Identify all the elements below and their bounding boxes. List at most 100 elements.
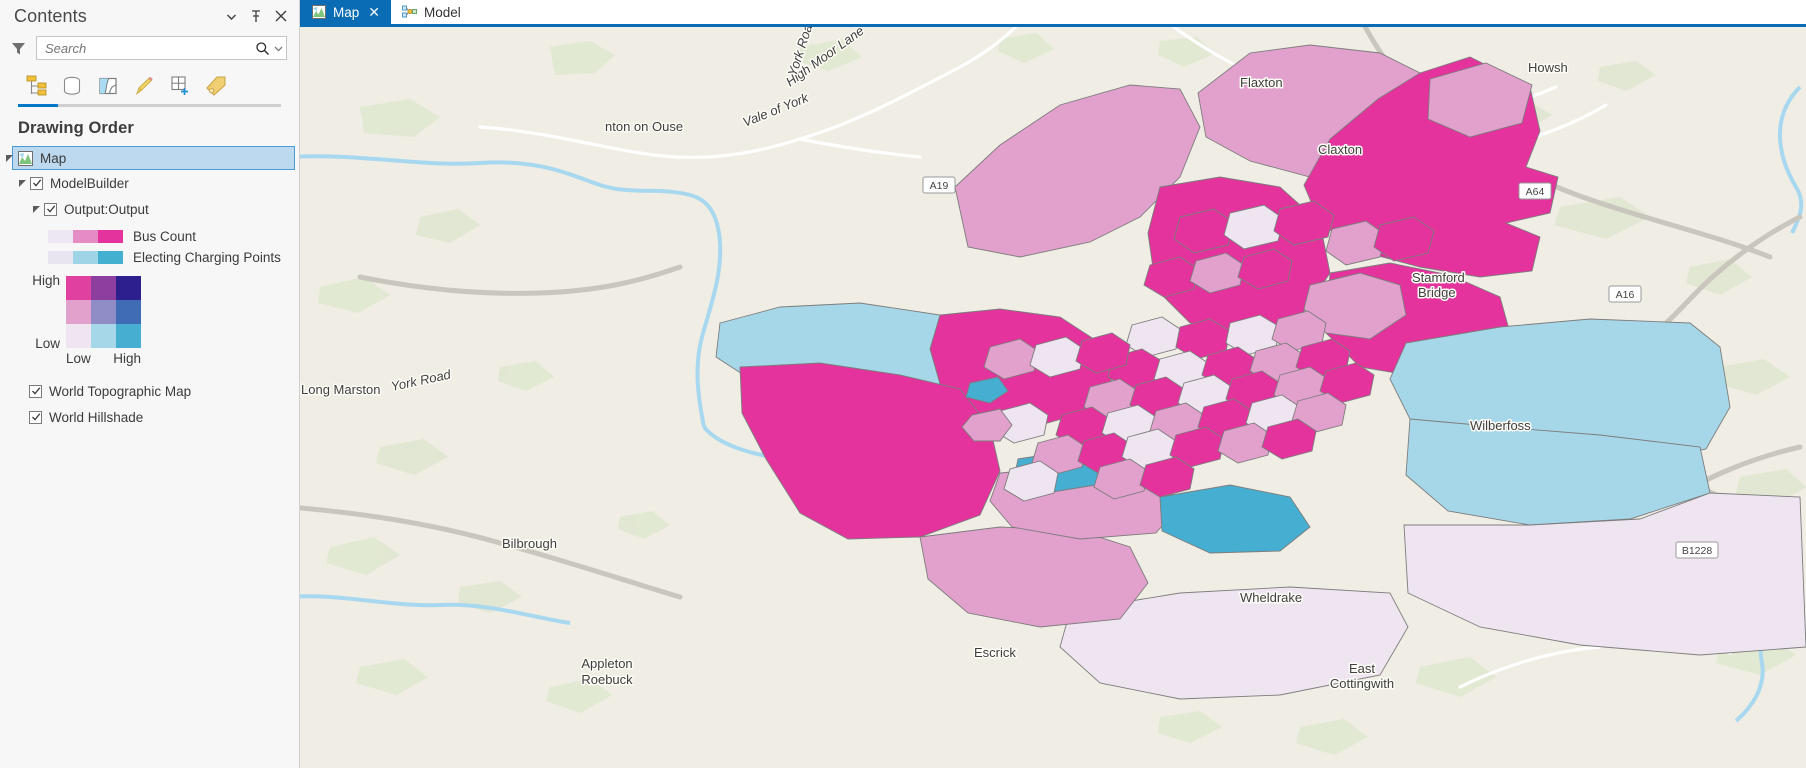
close-icon[interactable] <box>273 8 289 24</box>
visibility-checkbox[interactable] <box>29 410 42 424</box>
table-of-contents: Map ModelBuilder Output:Output Bus Count… <box>0 146 299 430</box>
pin-icon[interactable] <box>248 8 264 24</box>
list-by-drawing-order-button[interactable] <box>18 70 54 102</box>
map-label: Appleton <box>581 656 632 671</box>
map-render[interactable]: A19 A64 A16 B1228 nton on Ouse Vale of Y… <box>300 27 1806 768</box>
tab-model[interactable]: Model <box>391 0 472 24</box>
bivariate-cell <box>91 276 116 300</box>
bivariate-cell <box>116 324 141 348</box>
model-builder-icon <box>402 5 417 20</box>
map-layer-icon <box>17 150 33 166</box>
ramp-swatch <box>98 229 123 243</box>
search-row <box>0 32 299 66</box>
road-shield: A64 <box>1518 182 1552 200</box>
map-canvas[interactable]: A19 A64 A16 B1228 nton on Ouse Vale of Y… <box>300 27 1806 768</box>
toc-label: World Hillshade <box>49 409 144 425</box>
list-by-data-source-button[interactable] <box>54 70 90 102</box>
tab-map[interactable]: Map ✕ <box>300 0 391 24</box>
arcgis-pro-window: Contents Search Drawing Order Map ModelB… <box>0 0 1806 768</box>
visibility-checkbox[interactable] <box>44 202 57 216</box>
list-by-labeling-button[interactable] <box>198 70 234 102</box>
color-ramp-bus-count <box>48 229 123 243</box>
tab-label: Model <box>424 4 461 20</box>
map-label: Wheldrake <box>1240 590 1302 605</box>
toc-label: World Topographic Map <box>49 383 192 399</box>
close-icon[interactable]: ✕ <box>368 5 380 19</box>
list-by-editing-button[interactable] <box>126 70 162 102</box>
map-label: Flaxton <box>1240 75 1283 90</box>
toc-item-world-hillshade[interactable]: World Hillshade <box>0 404 297 430</box>
bivariate-cell <box>116 276 141 300</box>
road-shield: A16 <box>1608 285 1642 303</box>
road-shield: B1228 <box>1675 541 1719 559</box>
bivariate-cell <box>66 324 91 348</box>
map-label: Claxton <box>1318 142 1362 157</box>
map-label: Howsh <box>1528 60 1568 75</box>
map-label: Roebuck <box>581 672 633 687</box>
funnel-icon[interactable] <box>8 38 28 58</box>
symbology-row-bus-count: Bus Count <box>0 226 297 246</box>
ramp-swatch <box>73 250 98 264</box>
bivariate-y-axis-labels: High Low <box>20 273 66 351</box>
bivariate-cell <box>66 300 91 324</box>
symbology-row-charging-points: Electing Charging Points <box>0 246 297 268</box>
ramp-swatch <box>48 250 73 264</box>
expander-icon[interactable] <box>28 205 44 214</box>
chevron-down-icon[interactable] <box>223 8 239 24</box>
search-icon[interactable] <box>253 39 271 57</box>
tab-label: Map <box>333 4 360 20</box>
tool-tab-active-indicator <box>18 104 58 107</box>
search-input[interactable] <box>45 38 253 58</box>
symbology-label: Bus Count <box>133 228 197 244</box>
drawing-order-heading: Drawing Order <box>18 119 134 137</box>
bivariate-color-grid <box>66 276 141 348</box>
ramp-swatch <box>48 229 73 243</box>
map-area: Map ✕ Model A19 A64 A16 B1228 nton on Ou… <box>300 0 1806 768</box>
toc-item-output[interactable]: Output:Output <box>0 196 297 222</box>
map-label: nton on Ouse <box>605 119 683 134</box>
map-label: Bilbrough <box>502 536 557 551</box>
map-label: Escrick <box>974 645 1016 660</box>
contents-pane-header: Contents <box>0 0 299 32</box>
pane-header-buttons <box>223 8 293 24</box>
page-title: Contents <box>14 5 87 26</box>
bivariate-cell <box>116 300 141 324</box>
map-label: Cottingwith <box>1330 676 1394 691</box>
bivariate-y-high-label: High <box>32 273 60 288</box>
svg-text:A19: A19 <box>930 180 949 192</box>
ramp-swatch <box>73 229 98 243</box>
ramp-swatch <box>98 250 123 264</box>
search-dropdown-icon[interactable] <box>272 39 284 57</box>
color-ramp-charging-points <box>48 250 123 264</box>
bivariate-y-low-label: Low <box>35 336 60 351</box>
search-box[interactable] <box>36 36 287 60</box>
map-label: Bridge <box>1418 285 1456 300</box>
toc-item-modelbuilder[interactable]: ModelBuilder <box>0 170 297 196</box>
expander-icon[interactable] <box>1 154 17 163</box>
svg-text:A64: A64 <box>1526 186 1545 198</box>
tool-tabs-underline <box>18 104 281 107</box>
visibility-checkbox[interactable] <box>29 384 42 398</box>
svg-text:B1228: B1228 <box>1682 545 1713 557</box>
road-shield: A19 <box>922 176 956 194</box>
visibility-checkbox[interactable] <box>30 176 43 190</box>
list-by-snapping-button[interactable] <box>162 70 198 102</box>
contents-tool-tabs <box>0 66 299 102</box>
toc-item-world-topographic-map[interactable]: World Topographic Map <box>0 378 297 404</box>
list-by-selection-button[interactable] <box>90 70 126 102</box>
toc-label: Map <box>40 150 67 166</box>
contents-pane: Contents Search Drawing Order Map ModelB… <box>0 0 300 768</box>
map-label: Stamford <box>1412 270 1465 285</box>
map-label: East <box>1349 661 1375 676</box>
toc-label: ModelBuilder <box>50 175 129 191</box>
expander-icon[interactable] <box>14 179 30 188</box>
view-tab-bar: Map ✕ Model <box>300 0 1806 24</box>
map-view-icon <box>311 5 326 20</box>
bivariate-legend-body: Low High <box>66 276 141 366</box>
svg-text:A16: A16 <box>1616 289 1635 301</box>
bivariate-x-low-label: Low <box>66 351 91 366</box>
toc-item-map[interactable]: Map <box>5 146 295 170</box>
bivariate-x-axis-labels: Low High <box>66 348 141 366</box>
toc-label: Output:Output <box>64 201 149 217</box>
map-label: Wilberfoss <box>1470 418 1531 433</box>
